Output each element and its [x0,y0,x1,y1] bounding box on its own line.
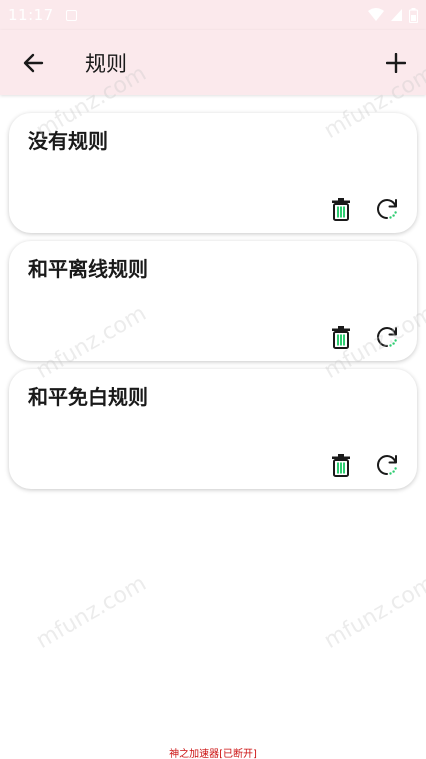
rule-actions [328,452,400,478]
rule-card[interactable]: 没有规则 [9,113,417,233]
refresh-button[interactable] [374,324,400,350]
rule-list: 没有规则 和平离线规则 和平免白规则 [9,113,417,497]
trash-icon [332,454,350,477]
page-title: 规则 [85,51,127,76]
notification-icon [65,9,77,21]
back-button[interactable] [9,39,57,87]
delete-button[interactable] [328,324,354,350]
plus-icon [386,52,406,73]
rule-name: 没有规则 [28,129,108,153]
trash-icon [332,198,350,221]
watermark: mfunz.com [319,571,426,654]
rule-card[interactable]: 和平离线规则 [9,241,417,361]
arrow-back-icon [23,53,44,72]
rule-actions [328,324,400,350]
status-bar: 11:17 [0,0,426,30]
app-bar: 规则 [0,30,426,95]
rule-card[interactable]: 和平免白规则 [9,369,417,489]
battery-icon [409,7,418,23]
delete-button[interactable] [328,452,354,478]
watermark: mfunz.com [31,571,151,654]
status-time: 11:17 [8,6,54,24]
rule-actions [328,196,400,222]
add-rule-button[interactable] [372,39,420,87]
refresh-button[interactable] [374,452,400,478]
refresh-button[interactable] [374,196,400,222]
refresh-icon [377,327,397,347]
rule-name: 和平离线规则 [28,257,148,281]
refresh-icon [377,199,397,219]
refresh-icon [377,455,397,475]
trash-icon [332,326,350,349]
signal-icon [391,9,402,21]
rule-name: 和平免白规则 [28,385,148,409]
wifi-icon [368,8,384,21]
status-icons [368,7,418,23]
vpn-status-text: 神之加速器[已断开] [169,749,257,759]
delete-button[interactable] [328,196,354,222]
